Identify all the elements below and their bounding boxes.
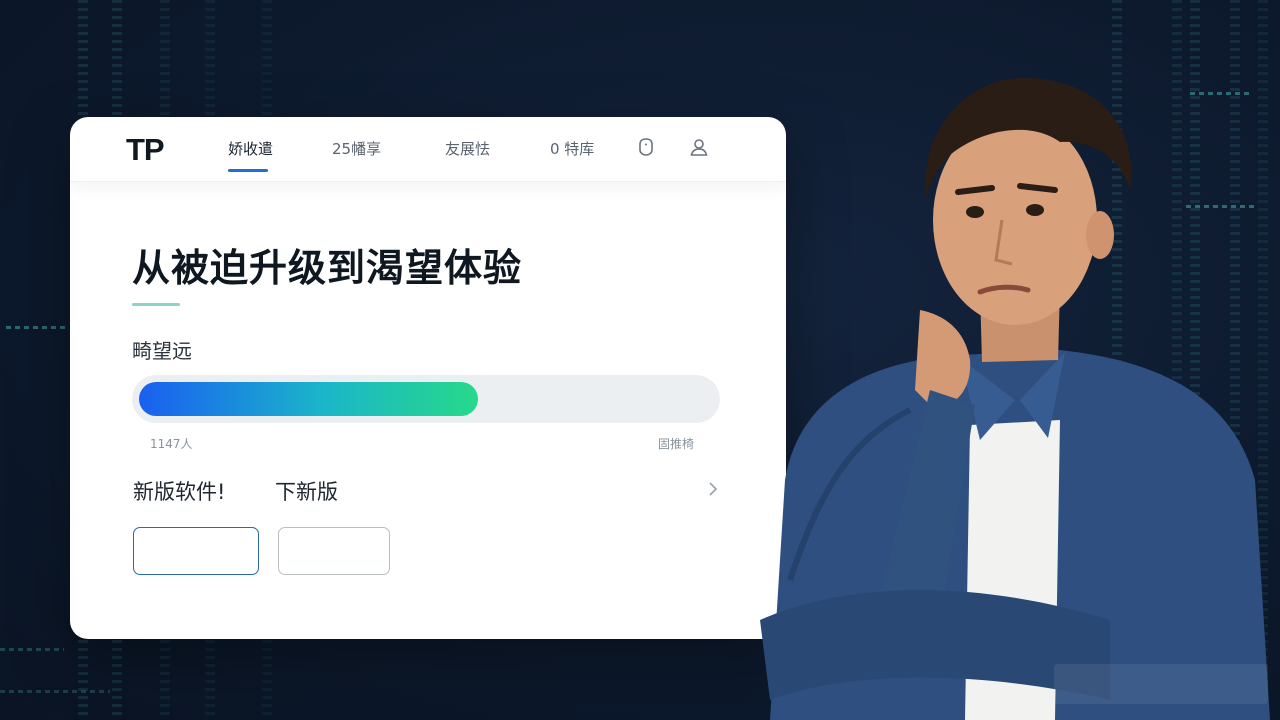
tab-3[interactable]: 友展怯 — [445, 138, 490, 159]
active-tab-indicator — [228, 169, 268, 172]
watermark — [1054, 664, 1268, 704]
brand-logo[interactable]: TP — [126, 132, 165, 168]
user-icon[interactable] — [688, 136, 710, 158]
option-download-new[interactable]: 下新版 — [275, 476, 338, 506]
page-headline: 从被迫升级到渴望体验 — [132, 246, 523, 290]
shield-icon[interactable] — [635, 136, 657, 158]
tab-2[interactable]: 25幡享 — [332, 138, 381, 159]
progress-fill — [139, 382, 478, 416]
upgrade-card: TP 娇收遣 25幡享 友展怯 0 特库 从被迫升级到渴望体验 畸望远 1147… — [70, 117, 786, 639]
top-nav: TP 娇收遣 25幡享 友展怯 0 特库 — [70, 117, 786, 182]
progress-right-caption: 固推椅 — [658, 437, 695, 451]
option-new-software[interactable]: 新版软件! — [133, 476, 225, 506]
chevron-right-icon[interactable] — [706, 479, 720, 499]
thinking-man-illustration — [760, 77, 1270, 720]
progress-left-caption: 1147人 — [150, 437, 193, 451]
secondary-button[interactable] — [278, 527, 390, 575]
headline-accent-rule — [132, 303, 180, 306]
tab-4[interactable]: 0 特库 — [550, 138, 594, 159]
progress-label: 畸望远 — [132, 339, 192, 363]
tab-1[interactable]: 娇收遣 — [228, 138, 273, 159]
progress-track — [132, 375, 720, 423]
primary-button[interactable] — [133, 527, 259, 575]
